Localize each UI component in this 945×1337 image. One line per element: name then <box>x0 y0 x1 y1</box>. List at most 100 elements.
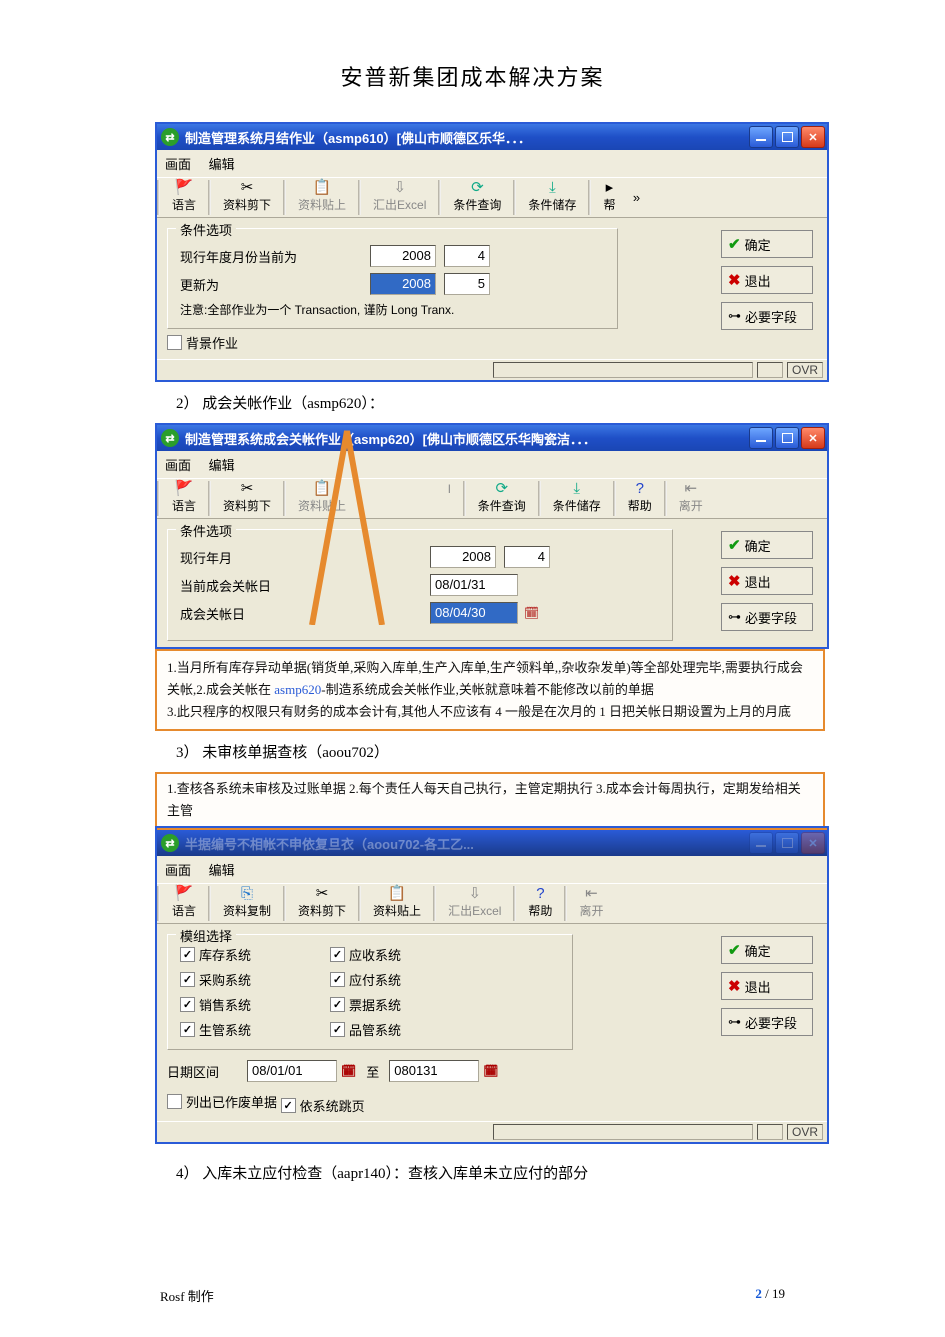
tb-cut[interactable]: ✂资料剪下 <box>211 178 283 217</box>
tb-help[interactable]: ?帮助 <box>516 884 564 923</box>
tb-language[interactable]: 🚩语言 <box>160 178 208 217</box>
doc-item-2: 2） 成会关帐作业（asmp620）： <box>176 392 945 413</box>
menu-view[interactable]: 画面 <box>165 157 191 172</box>
menu-edit[interactable]: 编辑 <box>209 157 235 172</box>
menu-view[interactable]: 画面 <box>165 863 191 878</box>
group-legend: 条件选项 <box>176 220 236 239</box>
tb-cut[interactable]: ✂资料剪下 <box>286 884 358 923</box>
menu-edit[interactable]: 编辑 <box>209 863 235 878</box>
ok-button[interactable]: ✔确定 <box>721 936 813 964</box>
tb-query[interactable]: ⟳条件查询 <box>466 479 538 518</box>
minimize-button[interactable] <box>749 427 773 449</box>
cb-background-job[interactable]: 背景作业 <box>167 333 238 352</box>
tb-excel-trunc: l <box>436 479 463 518</box>
exit-button[interactable]: ✖退出 <box>721 567 813 595</box>
field-current-year: 2008 <box>370 245 436 267</box>
field-new-month[interactable]: 5 <box>444 273 490 295</box>
tb-language[interactable]: 🚩语言 <box>160 479 208 518</box>
minimize-button[interactable] <box>749 126 773 148</box>
group-legend: 模组选择 <box>176 926 236 945</box>
tb-help-trunc[interactable]: ▸帮 <box>591 178 627 217</box>
maximize-button[interactable] <box>775 832 799 854</box>
tb-paste[interactable]: 📋资料贴上 <box>286 178 358 217</box>
statusbar: OVR <box>157 359 827 380</box>
menubar: 画面 编辑 <box>157 150 827 177</box>
field-date-to[interactable]: 080131 <box>389 1060 479 1082</box>
tb-leave[interactable]: ⇤离开 <box>667 479 715 518</box>
tb-save-cond[interactable]: ⤓条件储存 <box>516 178 588 217</box>
close-button[interactable]: ✕ <box>801 832 825 854</box>
group-legend: 条件选项 <box>176 521 236 540</box>
cb-mod-note[interactable]: ✓票据系统 <box>330 995 480 1014</box>
cb-mod-po[interactable]: ✓采购系统 <box>180 970 330 989</box>
tb-export-excel[interactable]: ⇩汇出Excel <box>436 884 513 923</box>
titlebar: ⇄ 制造管理系统月结作业（asmp610）[佛山市顺德区乐华．．． ✕ <box>157 124 827 150</box>
cb-mod-mfg[interactable]: ✓生管系统 <box>180 1020 330 1039</box>
tb-leave[interactable]: ⇤离开 <box>567 884 615 923</box>
tb-save-cond[interactable]: ⤓条件储存 <box>541 479 613 518</box>
field-date-from[interactable]: 08/01/01 <box>247 1060 337 1082</box>
tb-paste[interactable]: 📋资料贴上 <box>286 479 358 518</box>
toolbar-overflow[interactable]: » <box>627 178 647 217</box>
cb-mod-inventory[interactable]: ✓库存系统 <box>180 945 330 964</box>
cb-mod-qc[interactable]: ✓品管系统 <box>330 1020 480 1039</box>
calendar-icon[interactable]: 🗓 <box>341 1064 356 1078</box>
app-icon: ⇄ <box>161 128 179 146</box>
cb-page-by-system[interactable]: ✓依系统跳页 <box>281 1096 365 1115</box>
window-asmp620: ⇄ 制造管理系统成会关帐作业（asmp620）[佛山市顺德区乐华陶瓷洁．．． ✕… <box>155 423 829 649</box>
window-asmp610: ⇄ 制造管理系统月结作业（asmp610）[佛山市顺德区乐华．．． ✕ 画面 编… <box>155 122 829 382</box>
calendar-icon[interactable]: 🗓 <box>524 606 539 620</box>
label-current-close-date: 当前成会关帐日 <box>180 576 430 595</box>
maximize-button[interactable] <box>775 427 799 449</box>
note-transaction: 注意:全部作业为一个 Transaction, 谨防 Long Tranx. <box>180 301 605 318</box>
cb-mod-so[interactable]: ✓销售系统 <box>180 995 330 1014</box>
cb-show-void[interactable]: 列出已作废单据 <box>167 1092 277 1111</box>
page-title: 安普新集团成本解决方案 <box>0 60 945 92</box>
ok-button[interactable]: ✔确定 <box>721 531 813 559</box>
window-title: 制造管理系统月结作业（asmp610）[佛山市顺德区乐华．．． <box>185 128 749 147</box>
app-icon: ⇄ <box>161 834 179 852</box>
footer-page: 2 / 19 <box>755 1286 785 1305</box>
exit-button[interactable]: ✖退出 <box>721 266 813 294</box>
close-button[interactable]: ✕ <box>801 427 825 449</box>
exit-button[interactable]: ✖退出 <box>721 972 813 1000</box>
close-button[interactable]: ✕ <box>801 126 825 148</box>
required-fields-button[interactable]: ⊶必要字段 <box>721 1008 813 1036</box>
label-current-period: 现行年度月份当前为 <box>180 247 370 266</box>
window-aoou702: ⇄ 半据编号不相帐不申依复旦衣（aoou702-各工乙... ✕ 画面 编辑 🚩… <box>155 826 829 1144</box>
window-title-obscured: 半据编号不相帐不申依复旦衣（aoou702-各工乙... <box>185 834 749 853</box>
label-date-to: 至 <box>366 1062 379 1081</box>
tb-cut[interactable]: ✂资料剪下 <box>211 479 283 518</box>
page-footer: Rosf 制作 2 / 19 <box>0 1286 945 1305</box>
calendar-icon[interactable]: 🗓 <box>483 1064 498 1078</box>
label-close-date: 成会关帐日 <box>180 604 430 623</box>
field-close-date[interactable]: 08/04/30 <box>430 602 518 624</box>
statusbar: OVR <box>157 1121 827 1142</box>
maximize-button[interactable] <box>775 126 799 148</box>
cb-mod-ap[interactable]: ✓应付系统 <box>330 970 480 989</box>
tb-export-excel[interactable]: ⇩汇出Excel <box>361 178 438 217</box>
footer-author: Rosf 制作 <box>160 1286 214 1305</box>
tb-help[interactable]: ?帮助 <box>616 479 664 518</box>
label-update-to: 更新为 <box>180 275 370 294</box>
window-title: 制造管理系统成会关帐作业（asmp620）[佛山市顺德区乐华陶瓷洁．．． <box>185 429 749 448</box>
field-current-close-date: 08/01/31 <box>430 574 518 596</box>
cb-mod-ar[interactable]: ✓应收系统 <box>330 945 480 964</box>
tb-language[interactable]: 🚩语言 <box>160 884 208 923</box>
menu-edit[interactable]: 编辑 <box>209 458 235 473</box>
label-current-ym: 现行年月 <box>180 548 430 567</box>
doc-item-3: 3） 未审核单据查核（aoou702） <box>176 741 945 762</box>
field-current-month: 4 <box>444 245 490 267</box>
required-fields-button[interactable]: ⊶必要字段 <box>721 302 813 330</box>
field-current-year: 2008 <box>430 546 496 568</box>
tb-copy[interactable]: ⎘资料复制 <box>211 884 283 923</box>
tb-query[interactable]: ⟳条件查询 <box>441 178 513 217</box>
required-fields-button[interactable]: ⊶必要字段 <box>721 603 813 631</box>
field-new-year[interactable]: 2008 <box>370 273 436 295</box>
callout-asmp620-notes: 1.当月所有库存异动单据(销货单,采购入库单,生产入库单,生产领料单,,杂收杂发… <box>155 649 825 731</box>
tb-paste[interactable]: 📋资料贴上 <box>361 884 433 923</box>
callout-aoou702-notes: 1.查核各系统未审核及过账单据 2.每个责任人每天自己执行，主管定期执行 3.成… <box>155 772 825 828</box>
ok-button[interactable]: ✔确定 <box>721 230 813 258</box>
minimize-button[interactable] <box>749 832 773 854</box>
menu-view[interactable]: 画面 <box>165 458 191 473</box>
